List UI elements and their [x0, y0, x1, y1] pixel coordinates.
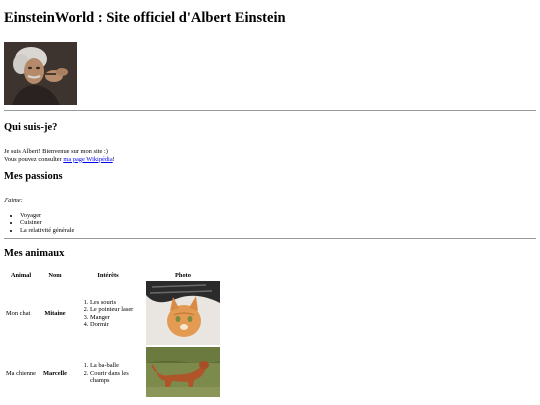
animal-photo-cell: [144, 280, 222, 348]
table-header-row: Animal Nom Intérêts Photo: [4, 271, 222, 281]
animal-interests-cell: La ba-balle Courir dans les champs: [72, 347, 144, 400]
wikipedia-link[interactable]: ma page Wikipédia: [63, 156, 112, 163]
interest-item: La ba-balle: [90, 362, 142, 370]
section-divider: [4, 237, 536, 239]
page-content: EinsteinWorld : Site officiel d'Albert E…: [0, 0, 540, 400]
animal-name-cell: Marcelle: [42, 369, 67, 377]
animals-heading: Mes animaux: [4, 247, 65, 259]
page-title: EinsteinWorld : Site officiel d'Albert E…: [4, 10, 286, 26]
table-row: Mon chat Mitaine Les souris Le pointeur …: [4, 280, 222, 348]
about-greeting: Je suis Albert! Bienvenue sur mon site :…: [4, 148, 108, 155]
einstein-portrait-image: [4, 42, 77, 105]
cat-photo: [146, 280, 220, 345]
column-header-animal: Animal: [10, 271, 32, 279]
einstein-portrait-svg: [4, 42, 77, 105]
passion-item: La relativité générale: [20, 227, 536, 235]
interest-item: Manger: [90, 314, 142, 322]
column-header-photo: Photo: [175, 271, 191, 279]
interest-item: Le pointeur laser: [90, 306, 142, 314]
about-wiki-suffix: !: [112, 155, 115, 163]
dog-photo: [146, 347, 220, 398]
passion-item: Cuisiner: [20, 219, 536, 227]
about-heading: Qui suis-je?: [4, 122, 58, 133]
interest-item: Dormir: [90, 321, 142, 329]
interests-list: Les souris Le pointeur laser Manger Dorm…: [74, 299, 142, 329]
interest-item: Les souris: [90, 299, 142, 307]
passions-intro: J'aime:: [4, 197, 23, 205]
about-wiki-prefix: Vous pouvez consulter: [4, 155, 64, 163]
section-divider: [4, 110, 536, 111]
animal-type-cell: Mon chat: [6, 310, 31, 318]
animal-type-cell: Ma chienne: [6, 369, 36, 377]
passion-item: Voyager: [20, 212, 536, 220]
interests-list: La ba-balle Courir dans les champs: [74, 362, 142, 385]
column-header-interests: Intérêts: [97, 271, 119, 279]
animal-interests-cell: Les souris Le pointeur laser Manger Dorm…: [72, 281, 144, 348]
interest-item: Courir dans les champs: [90, 370, 142, 385]
passions-list: Voyager Cuisiner La relativité générale: [4, 212, 536, 235]
passions-heading: Mes passions: [4, 171, 63, 183]
animals-table: Animal Nom Intérêts Photo Mon chat Mitai…: [4, 271, 222, 400]
table-row: Ma chienne Marcelle La ba-balle Courir d…: [4, 347, 222, 400]
column-header-name: Nom: [48, 271, 62, 279]
animal-name-cell: Mitaine: [44, 310, 66, 318]
animal-photo-cell: [144, 347, 222, 400]
about-wiki-line: Vous pouvez consulter ma page Wikipédia!: [4, 156, 536, 164]
